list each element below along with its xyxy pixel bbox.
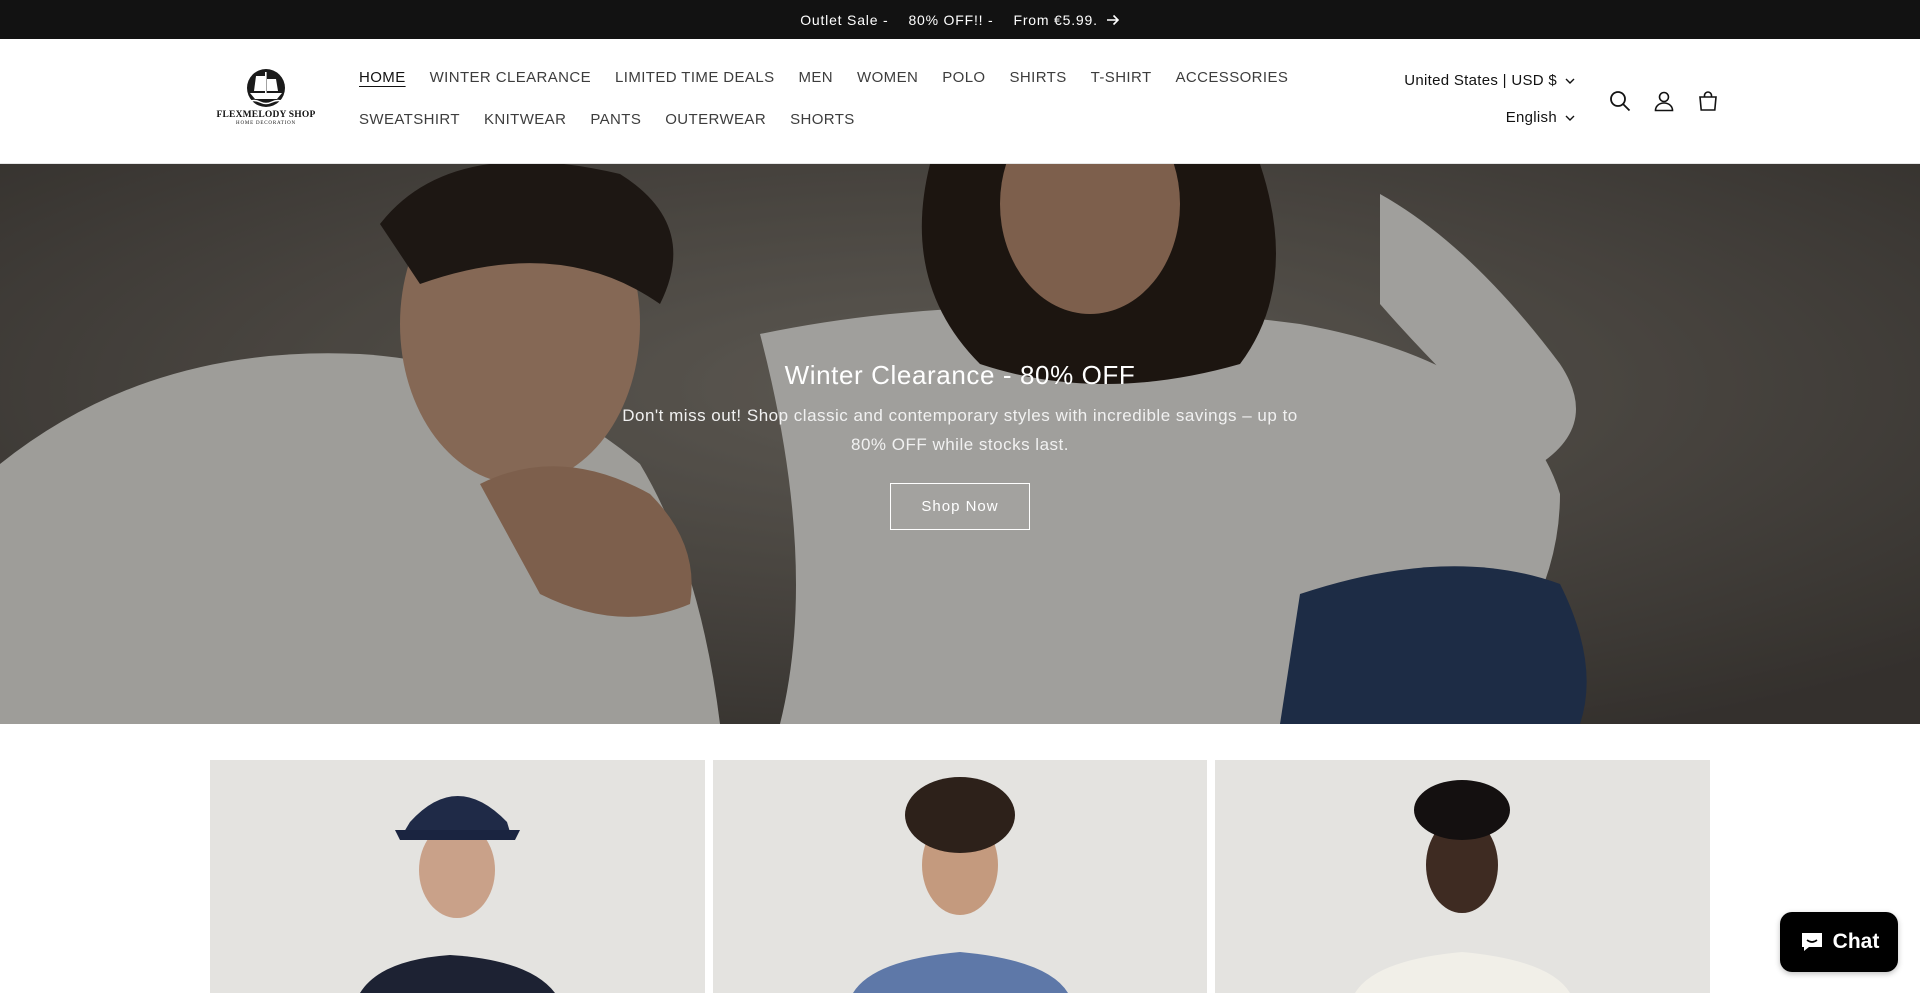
country-currency-selector[interactable]: United States | USD $ <box>1404 72 1575 90</box>
collection-card[interactable] <box>1215 760 1711 993</box>
shop-now-button[interactable]: Shop Now <box>890 483 1030 530</box>
chevron-down-icon <box>1565 115 1575 121</box>
header-icons <box>1608 89 1720 113</box>
country-currency-label: United States | USD $ <box>1404 72 1557 89</box>
collection-card[interactable] <box>712 760 1208 993</box>
announcement-text-2: 80% OFF!! - <box>908 11 994 28</box>
collection-card[interactable] <box>210 760 705 993</box>
nav-item-shirts[interactable]: SHIRTS <box>1010 69 1067 87</box>
announcement-text-3: From €5.99. <box>1013 11 1098 28</box>
language-selector[interactable]: English <box>1506 109 1575 127</box>
nav-item-winter-clearance[interactable]: WINTER CLEARANCE <box>430 69 591 87</box>
collection-image <box>210 760 705 993</box>
language-label: English <box>1505 109 1557 126</box>
hero-description: Don't miss out! Shop classic and contemp… <box>622 406 1298 454</box>
nav-item-sweatshirt[interactable]: SWEATSHIRT <box>359 111 460 129</box>
nav-item-t-shirt[interactable]: T-SHIRT <box>1091 69 1152 87</box>
hero-content: Winter Clearance - 80% OFF Don't miss ou… <box>0 359 1920 530</box>
cart-icon[interactable] <box>1696 89 1720 113</box>
search-icon[interactable] <box>1608 89 1632 113</box>
collection-grid <box>210 760 1711 993</box>
main-nav-row-1: HOME WINTER CLEARANCE LIMITED TIME DEALS… <box>359 69 1312 87</box>
locale-selectors: United States | USD $ English <box>1404 72 1575 127</box>
announcement-text-1: Outlet Sale - <box>800 11 889 28</box>
hero-banner: Winter Clearance - 80% OFF Don't miss ou… <box>0 164 1920 724</box>
nav-item-men[interactable]: MEN <box>799 69 834 87</box>
collection-image <box>1215 760 1711 993</box>
nav-item-women[interactable]: WOMEN <box>857 69 918 87</box>
nav-item-outerwear[interactable]: OUTERWEAR <box>665 111 766 129</box>
nav-item-home[interactable]: HOME <box>359 69 406 87</box>
chevron-down-icon <box>1565 78 1575 84</box>
nav-item-polo[interactable]: POLO <box>942 69 985 87</box>
ship-logo-icon <box>247 69 285 107</box>
chat-bubble-icon <box>1799 930 1825 954</box>
logo-brand-text: FLEXMELODY SHOP <box>216 110 316 120</box>
nav-item-limited-time-deals[interactable]: LIMITED TIME DEALS <box>615 69 774 87</box>
main-nav-row-2: SWEATSHIRT KNITWEAR PANTS OUTERWEAR SHOR… <box>359 111 879 129</box>
logo-tagline: HOME DECORATION <box>236 121 296 126</box>
hero-title: Winter Clearance - 80% OFF <box>784 360 1136 390</box>
arrow-right-icon <box>1106 14 1120 26</box>
nav-item-pants[interactable]: PANTS <box>590 111 641 129</box>
account-icon[interactable] <box>1652 89 1676 113</box>
collection-image <box>712 760 1208 993</box>
nav-item-shorts[interactable]: SHORTS <box>790 111 855 129</box>
announcement-bar[interactable]: Outlet Sale - 80% OFF!! - From €5.99. <box>0 0 1920 39</box>
nav-item-accessories[interactable]: ACCESSORIES <box>1176 69 1289 87</box>
nav-item-knitwear[interactable]: KNITWEAR <box>484 111 566 129</box>
site-header: FLEXMELODY SHOP HOME DECORATION HOME WIN… <box>0 39 1920 164</box>
chat-button[interactable]: Chat <box>1780 912 1898 972</box>
site-logo[interactable]: FLEXMELODY SHOP HOME DECORATION <box>216 67 316 133</box>
chat-label: Chat <box>1832 930 1880 953</box>
